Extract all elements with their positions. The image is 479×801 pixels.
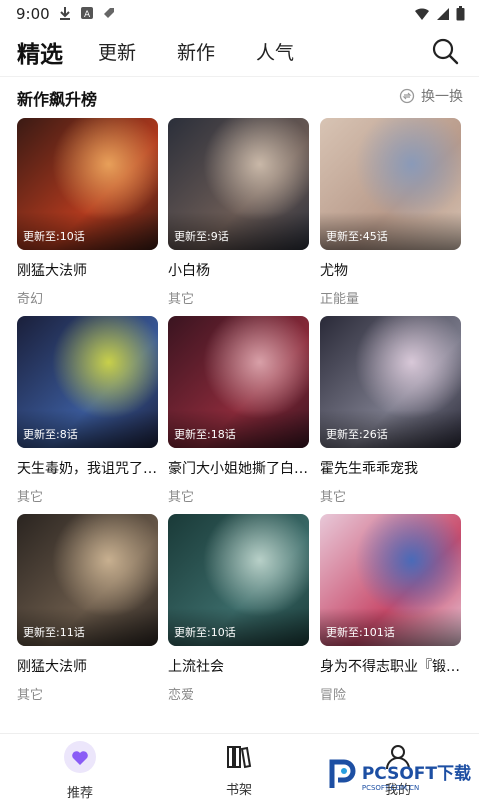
comic-progress: 更新至:8话 (23, 428, 78, 441)
comic-card[interactable]: 更新至:10话上流社会恋爱 (168, 514, 309, 703)
comic-cover[interactable]: 更新至:10话 (17, 118, 158, 250)
comic-card[interactable]: 更新至:18话豪门大小姐她撕了白莲花剧本其它 (168, 316, 309, 505)
comic-title[interactable]: 刚猛大法师 (17, 260, 158, 280)
comic-card[interactable]: 更新至:10话刚猛大法师奇幻 (17, 118, 158, 307)
comic-progress: 更新至:10话 (174, 626, 236, 639)
refresh-button[interactable]: 换一换 (399, 86, 463, 106)
comic-genre: 其它 (17, 490, 44, 505)
tag-icon (104, 8, 114, 18)
comic-title[interactable]: 上流社会 (168, 656, 309, 676)
comic-cover[interactable]: 更新至:10话 (168, 514, 309, 646)
comic-progress: 更新至:9话 (174, 230, 229, 243)
comic-card[interactable]: 更新至:9话小白杨其它 (168, 118, 309, 307)
section-title: 新作飙升榜 (17, 90, 98, 109)
comic-progress: 更新至:101话 (326, 626, 395, 639)
app-a-icon: A (81, 7, 93, 20)
top-nav: 精选 更新 新作 人气 (0, 30, 479, 74)
watermark-sub: PCSOFT.COM.CN (361, 783, 420, 792)
comic-genre: 冒险 (320, 688, 347, 703)
download-icon (60, 7, 70, 20)
tab-popular[interactable]: 人气 (256, 38, 294, 65)
watermark-text: PCSOFT下载 (361, 763, 471, 784)
wifi-icon (415, 7, 429, 20)
refresh-label: 换一换 (421, 89, 463, 105)
status-bar: 9:00 A (0, 0, 479, 28)
nav-divider (0, 76, 479, 77)
comic-genre: 恋爱 (168, 688, 195, 703)
comic-card[interactable]: 更新至:8话天生毒奶，我诅咒了全世界！ 其它 (17, 316, 158, 505)
comic-title[interactable]: 天生毒奶，我诅咒了全世界！ (17, 458, 158, 478)
svg-text:A: A (84, 10, 91, 20)
comic-title[interactable]: 身为不得志职业『锻造师』 (320, 656, 461, 676)
bottom-nav: 推荐 书架 我的 PCSOFT下载 PCSOFT.COM.CN (0, 733, 479, 801)
comic-genre: 奇幻 (17, 292, 44, 307)
heart-icon (64, 741, 96, 773)
comic-progress: 更新至:26话 (326, 428, 388, 441)
bottom-tab-bookshelf[interactable]: 书架 (199, 740, 279, 798)
tab-new[interactable]: 新作 (177, 38, 215, 65)
comic-title[interactable]: 小白杨 (168, 260, 309, 280)
refresh-icon (399, 88, 415, 104)
comic-cover[interactable]: 更新至:11话 (17, 514, 158, 646)
status-time: 9:00 (16, 5, 50, 23)
bookshelf-icon (227, 746, 252, 769)
comic-card[interactable]: 更新至:26话霍先生乖乖宠我其它 (320, 316, 461, 505)
bottom-tab-bookshelf-label: 书架 (225, 783, 252, 798)
comic-card[interactable]: 更新至:45话尤物正能量 (320, 118, 461, 307)
comic-title[interactable]: 刚猛大法师 (17, 656, 158, 676)
comic-cover[interactable]: 更新至:45话 (320, 118, 461, 250)
signal-icon (437, 7, 449, 20)
comic-title[interactable]: 豪门大小姐她撕了白莲花剧本 (168, 458, 309, 478)
comic-cover[interactable]: 更新至:101话 (320, 514, 461, 646)
watermark-logo (329, 759, 356, 788)
comic-card[interactable]: 更新至:101话身为不得志职业『锻造师』冒险 (320, 514, 461, 703)
comic-cover[interactable]: 更新至:9话 (168, 118, 309, 250)
comic-title[interactable]: 霍先生乖乖宠我 (320, 458, 461, 478)
comic-title[interactable]: 尤物 (320, 260, 461, 280)
comic-progress: 更新至:18话 (174, 428, 236, 441)
comic-cover[interactable]: 更新至:8话 (17, 316, 158, 448)
comic-progress: 更新至:10话 (23, 230, 85, 243)
comic-card[interactable]: 更新至:11话刚猛大法师其它 (17, 514, 158, 703)
tab-featured[interactable]: 精选 (17, 35, 63, 69)
tab-updates[interactable]: 更新 (98, 38, 136, 65)
battery-icon (456, 6, 465, 21)
comic-progress: 更新至:11话 (23, 626, 85, 639)
bottom-tab-recommend[interactable]: 推荐 (40, 740, 120, 801)
search-icon[interactable] (431, 37, 459, 65)
comic-genre: 其它 (168, 292, 195, 307)
comic-cover[interactable]: 更新至:26话 (320, 316, 461, 448)
comic-genre: 其它 (320, 490, 347, 505)
bottom-tab-recommend-label: 推荐 (66, 786, 93, 801)
comic-cover[interactable]: 更新至:18话 (168, 316, 309, 448)
comic-genre: 其它 (17, 688, 44, 703)
comic-progress: 更新至:45话 (326, 230, 388, 243)
comic-genre: 其它 (168, 490, 195, 505)
watermark: PCSOFT下载 PCSOFT.COM.CN (326, 758, 471, 792)
comic-genre: 正能量 (320, 292, 360, 307)
